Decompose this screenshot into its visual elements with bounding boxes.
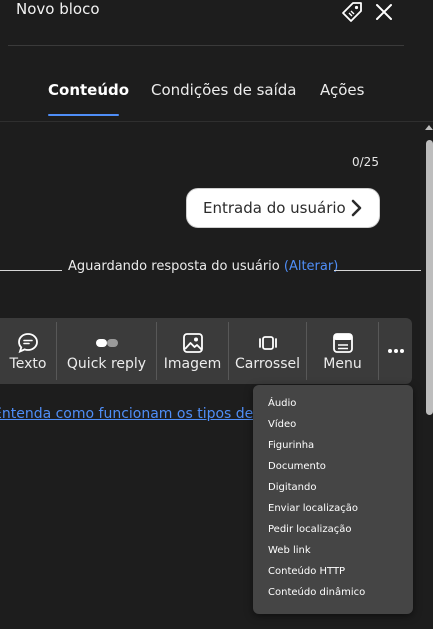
change-link[interactable]: (Alterar) (284, 259, 338, 274)
carousel-icon (256, 332, 280, 354)
menu-item-conteudo-dinamico[interactable]: Conteúdo dinâmico (268, 587, 365, 598)
tool-imagem[interactable]: Imagem (157, 318, 228, 384)
menu-item-figurinha[interactable]: Figurinha (268, 440, 314, 451)
menu-item-video[interactable]: Vídeo (268, 419, 296, 430)
image-icon (182, 332, 204, 354)
menu-item-enviar-localizacao[interactable]: Enviar localização (268, 503, 358, 514)
tab-acoes[interactable]: Ações (320, 81, 364, 99)
menu-item-conteudo-http[interactable]: Conteúdo HTTP (268, 566, 345, 577)
menu-item-documento[interactable]: Documento (268, 461, 326, 472)
active-tab-indicator (48, 114, 119, 116)
tab-conteudo[interactable]: Conteúdo (48, 81, 129, 99)
tool-label: Carrossel (235, 356, 300, 372)
menu-item-audio[interactable]: Áudio (268, 398, 296, 409)
scrollbar-thumb[interactable] (426, 140, 433, 415)
tool-label: Quick reply (66, 356, 147, 372)
tag-icon[interactable] (341, 1, 363, 23)
tool-menu[interactable]: Menu (307, 318, 378, 384)
more-horizontal-icon (387, 340, 405, 362)
character-counter: 0/25 (352, 155, 379, 169)
chat-bubble-icon (17, 332, 39, 354)
tool-texto[interactable]: Texto (0, 318, 56, 384)
tool-label: Texto (9, 356, 47, 372)
content-types-help-link[interactable]: Entenda como funcionam os tipos de conte… (0, 406, 254, 422)
user-input-button[interactable]: Entrada do usuário (186, 188, 380, 228)
user-input-label: Entrada do usuário (203, 199, 346, 217)
chevron-right-icon (351, 199, 363, 221)
help-link-text: Entenda como funcionam os tipos de conte… (0, 406, 254, 422)
quick-reply-icon (95, 332, 119, 354)
tool-quick-reply[interactable]: Quick reply (57, 318, 156, 384)
tabs-divider (0, 121, 433, 122)
menu-item-web-link[interactable]: Web link (268, 545, 311, 556)
page-title: Novo bloco (16, 0, 100, 18)
tool-carrossel[interactable]: Carrossel (229, 318, 306, 384)
menu-item-digitando[interactable]: Digitando (268, 482, 316, 493)
menu-item-pedir-localizacao[interactable]: Pedir localização (268, 524, 351, 535)
tool-label: Menu (323, 356, 362, 372)
scroll-up-arrow-icon[interactable] (425, 125, 433, 130)
close-icon[interactable] (374, 2, 394, 22)
header-divider (8, 45, 404, 46)
menu-icon (332, 332, 354, 354)
divider-right (334, 270, 421, 271)
waiting-status: Aguardando resposta do usuário (Alterar) (68, 259, 338, 274)
waiting-text: Aguardando resposta do usuário (68, 259, 280, 274)
more-options-button[interactable] (379, 318, 412, 384)
tool-label: Imagem (163, 356, 222, 372)
divider-left (0, 270, 62, 271)
tab-condicoes-de-saida[interactable]: Condições de saída (151, 81, 297, 99)
